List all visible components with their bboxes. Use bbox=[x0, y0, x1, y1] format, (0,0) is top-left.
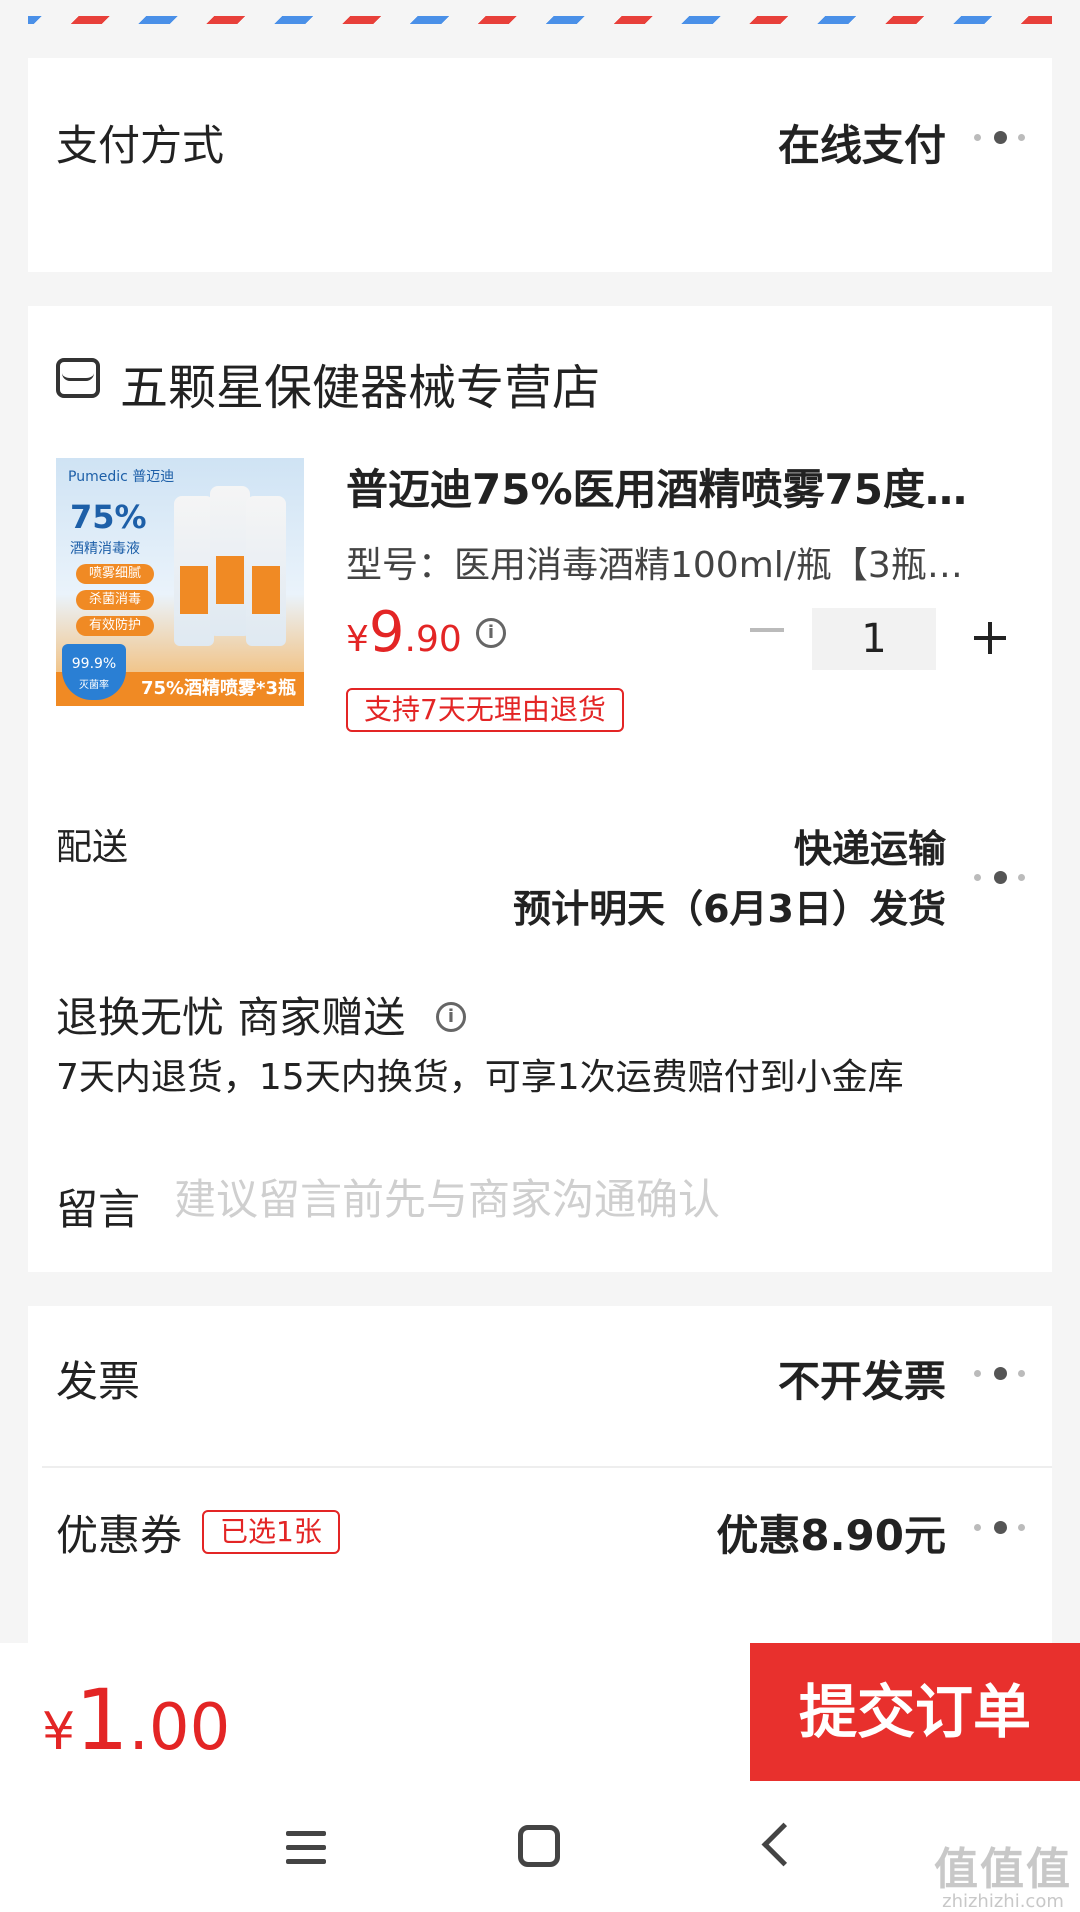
thumb-shield: 99.9% 灭菌率 bbox=[62, 644, 126, 700]
invoice-label: 发票 bbox=[56, 1357, 141, 1406]
store-name[interactable]: 五颗星保健器械专营店 bbox=[120, 348, 600, 418]
shipping-method: 快递运输 bbox=[793, 827, 946, 871]
watermark-logo: 值值值 bbox=[934, 1844, 1072, 1895]
invoice-coupon-card: 发票 不开发票 优惠券 已选1张 优惠8.90元 bbox=[28, 1306, 1052, 1643]
product-thumbnail[interactable]: Pumedic 普迈迪 75% 酒精消毒液 喷雾细腻 杀菌消毒 有效防护 75%… bbox=[56, 458, 304, 706]
price-decimal: .90 bbox=[404, 619, 462, 660]
thumb-tag: 杀菌消毒 bbox=[76, 590, 154, 610]
quantity-plus-button[interactable] bbox=[974, 622, 1006, 654]
coupon-label: 优惠券 bbox=[56, 1511, 183, 1560]
divider bbox=[42, 1466, 1052, 1468]
total-decimal: .00 bbox=[128, 1691, 231, 1765]
back-icon[interactable] bbox=[761, 1822, 806, 1867]
info-icon[interactable]: i bbox=[436, 1002, 466, 1032]
quantity-value[interactable]: 1 bbox=[812, 608, 936, 670]
shipping-label: 配送 bbox=[56, 827, 129, 868]
store-order-card: 五颗星保健器械专营店 Pumedic 普迈迪 75% 酒精消毒液 喷雾细腻 杀菌… bbox=[28, 306, 1052, 1272]
price-integer: 9 bbox=[368, 600, 405, 665]
more-dots-icon[interactable] bbox=[974, 128, 1025, 148]
watermark-url: zhizhizhi.com bbox=[942, 1891, 1064, 1912]
product-title[interactable]: 普迈迪75%医用酒精喷雾75度… bbox=[346, 456, 996, 517]
thumb-subhead: 酒精消毒液 bbox=[70, 541, 140, 557]
submit-order-button[interactable]: 提交订单 bbox=[750, 1643, 1080, 1781]
thumb-bottle bbox=[210, 486, 250, 636]
home-icon[interactable] bbox=[518, 1825, 560, 1867]
more-dots-icon[interactable] bbox=[974, 868, 1025, 888]
address-envelope-stripe bbox=[28, 16, 1052, 24]
total-integer: 1 bbox=[75, 1671, 129, 1769]
payment-value: 在线支付 bbox=[777, 121, 946, 170]
thumb-bottle bbox=[246, 496, 286, 646]
order-total: ¥1.00 bbox=[42, 1671, 230, 1769]
thumb-shield-sub: 灭菌率 bbox=[79, 680, 109, 691]
menu-icon[interactable] bbox=[286, 1831, 326, 1865]
thumb-headline: 75% bbox=[70, 498, 147, 536]
thumb-bottle bbox=[174, 496, 214, 646]
service-title: 退换无忧 商家赠送 bbox=[56, 993, 406, 1042]
thumb-tag: 喷雾细腻 bbox=[76, 564, 154, 584]
payment-label: 支付方式 bbox=[56, 121, 225, 170]
quantity-minus-button[interactable] bbox=[750, 628, 784, 632]
return-policy-badge: 支持7天无理由退货 bbox=[346, 688, 624, 732]
more-dots-icon[interactable] bbox=[974, 1518, 1025, 1538]
site-watermark: 值值值 zhizhizhi.com bbox=[934, 1833, 1072, 1912]
coupon-selected-badge: 已选1张 bbox=[202, 1510, 340, 1554]
price-currency: ¥ bbox=[346, 619, 369, 660]
payment-card[interactable]: 支付方式 在线支付 bbox=[28, 58, 1052, 272]
total-currency: ¥ bbox=[42, 1702, 76, 1762]
service-description: 7天内退货，15天内换货，可享1次运费赔付到小金库 bbox=[56, 1057, 904, 1098]
message-input[interactable] bbox=[174, 1166, 1014, 1232]
product-price: ¥9.90 bbox=[346, 600, 462, 665]
checkout-bar: ¥1.00 提交订单 bbox=[0, 1643, 1080, 1783]
more-dots-icon[interactable] bbox=[974, 1364, 1025, 1384]
coupon-value[interactable]: 优惠8.90元 bbox=[716, 1502, 946, 1563]
shipping-estimate: 预计明天（6月3日）发货 bbox=[513, 887, 946, 931]
info-icon[interactable]: i bbox=[476, 618, 506, 648]
thumb-tag: 有效防护 bbox=[76, 616, 154, 636]
thumb-brand: Pumedic 普迈迪 bbox=[68, 469, 175, 485]
store-icon bbox=[56, 358, 100, 398]
invoice-value[interactable]: 不开发票 bbox=[778, 1348, 946, 1409]
message-label: 留言 bbox=[56, 1185, 141, 1234]
system-nav-bar: 值值值 zhizhizhi.com bbox=[0, 1783, 1080, 1912]
product-spec[interactable]: 型号：医用消毒酒精100ml/瓶【3瓶… bbox=[346, 536, 996, 588]
